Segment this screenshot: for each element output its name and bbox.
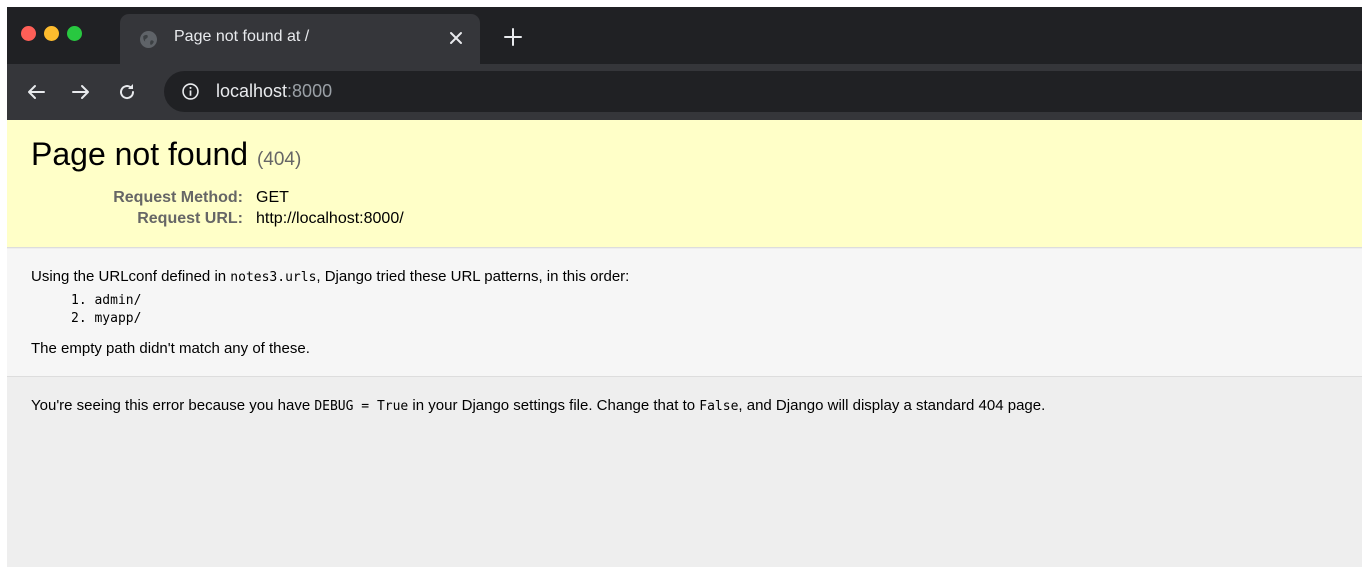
browser-toolbar: localhost:8000: [7, 64, 1362, 120]
pattern-number: 2.: [71, 311, 87, 326]
intro-suffix: , Django tried these URL patterns, in th…: [316, 268, 630, 285]
list-item: 2. myapp/: [71, 311, 141, 329]
page-content: Page not found (404) Request Method: GET…: [7, 120, 1362, 567]
pattern-number: 1.: [71, 293, 87, 308]
globe-icon: [140, 31, 157, 48]
reload-icon[interactable]: [116, 81, 138, 103]
tab-strip: Page not found at /: [7, 7, 1362, 64]
info-icon[interactable]: [182, 83, 199, 100]
window-close-button[interactable]: [21, 26, 36, 41]
address-url[interactable]: localhost:8000: [216, 81, 332, 102]
tab-title: Page not found at /: [174, 28, 310, 45]
intro-prefix: Using the URLconf defined in: [31, 268, 231, 285]
new-tab-icon[interactable]: [502, 26, 524, 48]
page-title-text: Page not found: [31, 136, 249, 172]
explain-suffix: , and Django will display a standard 404…: [738, 397, 1046, 414]
url-pattern-list: 1. admin/ 2. myapp/: [71, 293, 141, 329]
window-maximize-button[interactable]: [67, 26, 82, 41]
explain-prefix: You're seeing this error because you hav…: [31, 397, 315, 414]
arrow-right-icon[interactable]: [70, 81, 92, 103]
arrow-left-icon[interactable]: [25, 81, 47, 103]
meta-value: GET: [256, 189, 289, 206]
pattern-text: admin/: [94, 293, 142, 308]
debug-setting: DEBUG = True: [314, 399, 409, 414]
debug-explanation: You're seeing this error because you hav…: [31, 397, 1045, 414]
meta-key: Request URL:: [137, 210, 243, 227]
status-code: (404): [256, 149, 302, 170]
address-host: localhost: [216, 81, 288, 101]
address-port: :8000: [287, 81, 333, 101]
urlconf-name: notes3.urls: [230, 270, 317, 285]
tab-close-icon[interactable]: [446, 28, 466, 48]
explain-middle: in your Django settings file. Change tha…: [408, 397, 700, 414]
list-item: 1. admin/: [71, 293, 141, 311]
address-bar[interactable]: localhost:8000: [164, 71, 1362, 112]
browser-window: Page not found at / localhost:8000 Page …: [7, 7, 1362, 567]
tab-page-not-found[interactable]: Page not found at /: [120, 14, 480, 64]
window-minimize-button[interactable]: [44, 26, 59, 41]
false-value: False: [699, 399, 739, 414]
urlconf-intro: Using the URLconf defined in notes3.urls…: [31, 268, 629, 285]
no-match-text: The empty path didn't match any of these…: [31, 340, 310, 357]
pattern-text: myapp/: [94, 311, 142, 326]
error-summary: Page not found (404) Request Method: GET…: [7, 120, 1362, 248]
page-title: Page not found (404): [31, 136, 301, 173]
error-info: Using the URLconf defined in notes3.urls…: [7, 249, 1362, 377]
meta-key: Request Method:: [113, 189, 243, 206]
meta-value: http://localhost:8000/: [256, 210, 404, 227]
